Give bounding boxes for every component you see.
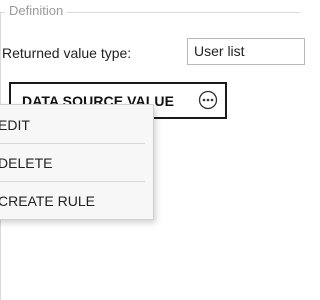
returned-value-type-select[interactable]: User list — [187, 38, 305, 65]
menu-item-edit[interactable]: EDIT — [0, 107, 155, 143]
more-options-icon[interactable] — [198, 90, 218, 110]
menu-item-delete[interactable]: DELETE — [0, 145, 155, 181]
definition-panel: Definition Returned value type: User lis… — [0, 0, 305, 300]
context-menu: EDIT DELETE CREATE RULE — [0, 104, 154, 220]
definition-legend: Definition — [5, 2, 68, 20]
menu-separator — [0, 181, 145, 182]
returned-value-type-label: Returned value type: — [2, 45, 132, 61]
menu-separator — [0, 143, 145, 144]
menu-item-create-rule[interactable]: CREATE RULE — [0, 183, 155, 219]
